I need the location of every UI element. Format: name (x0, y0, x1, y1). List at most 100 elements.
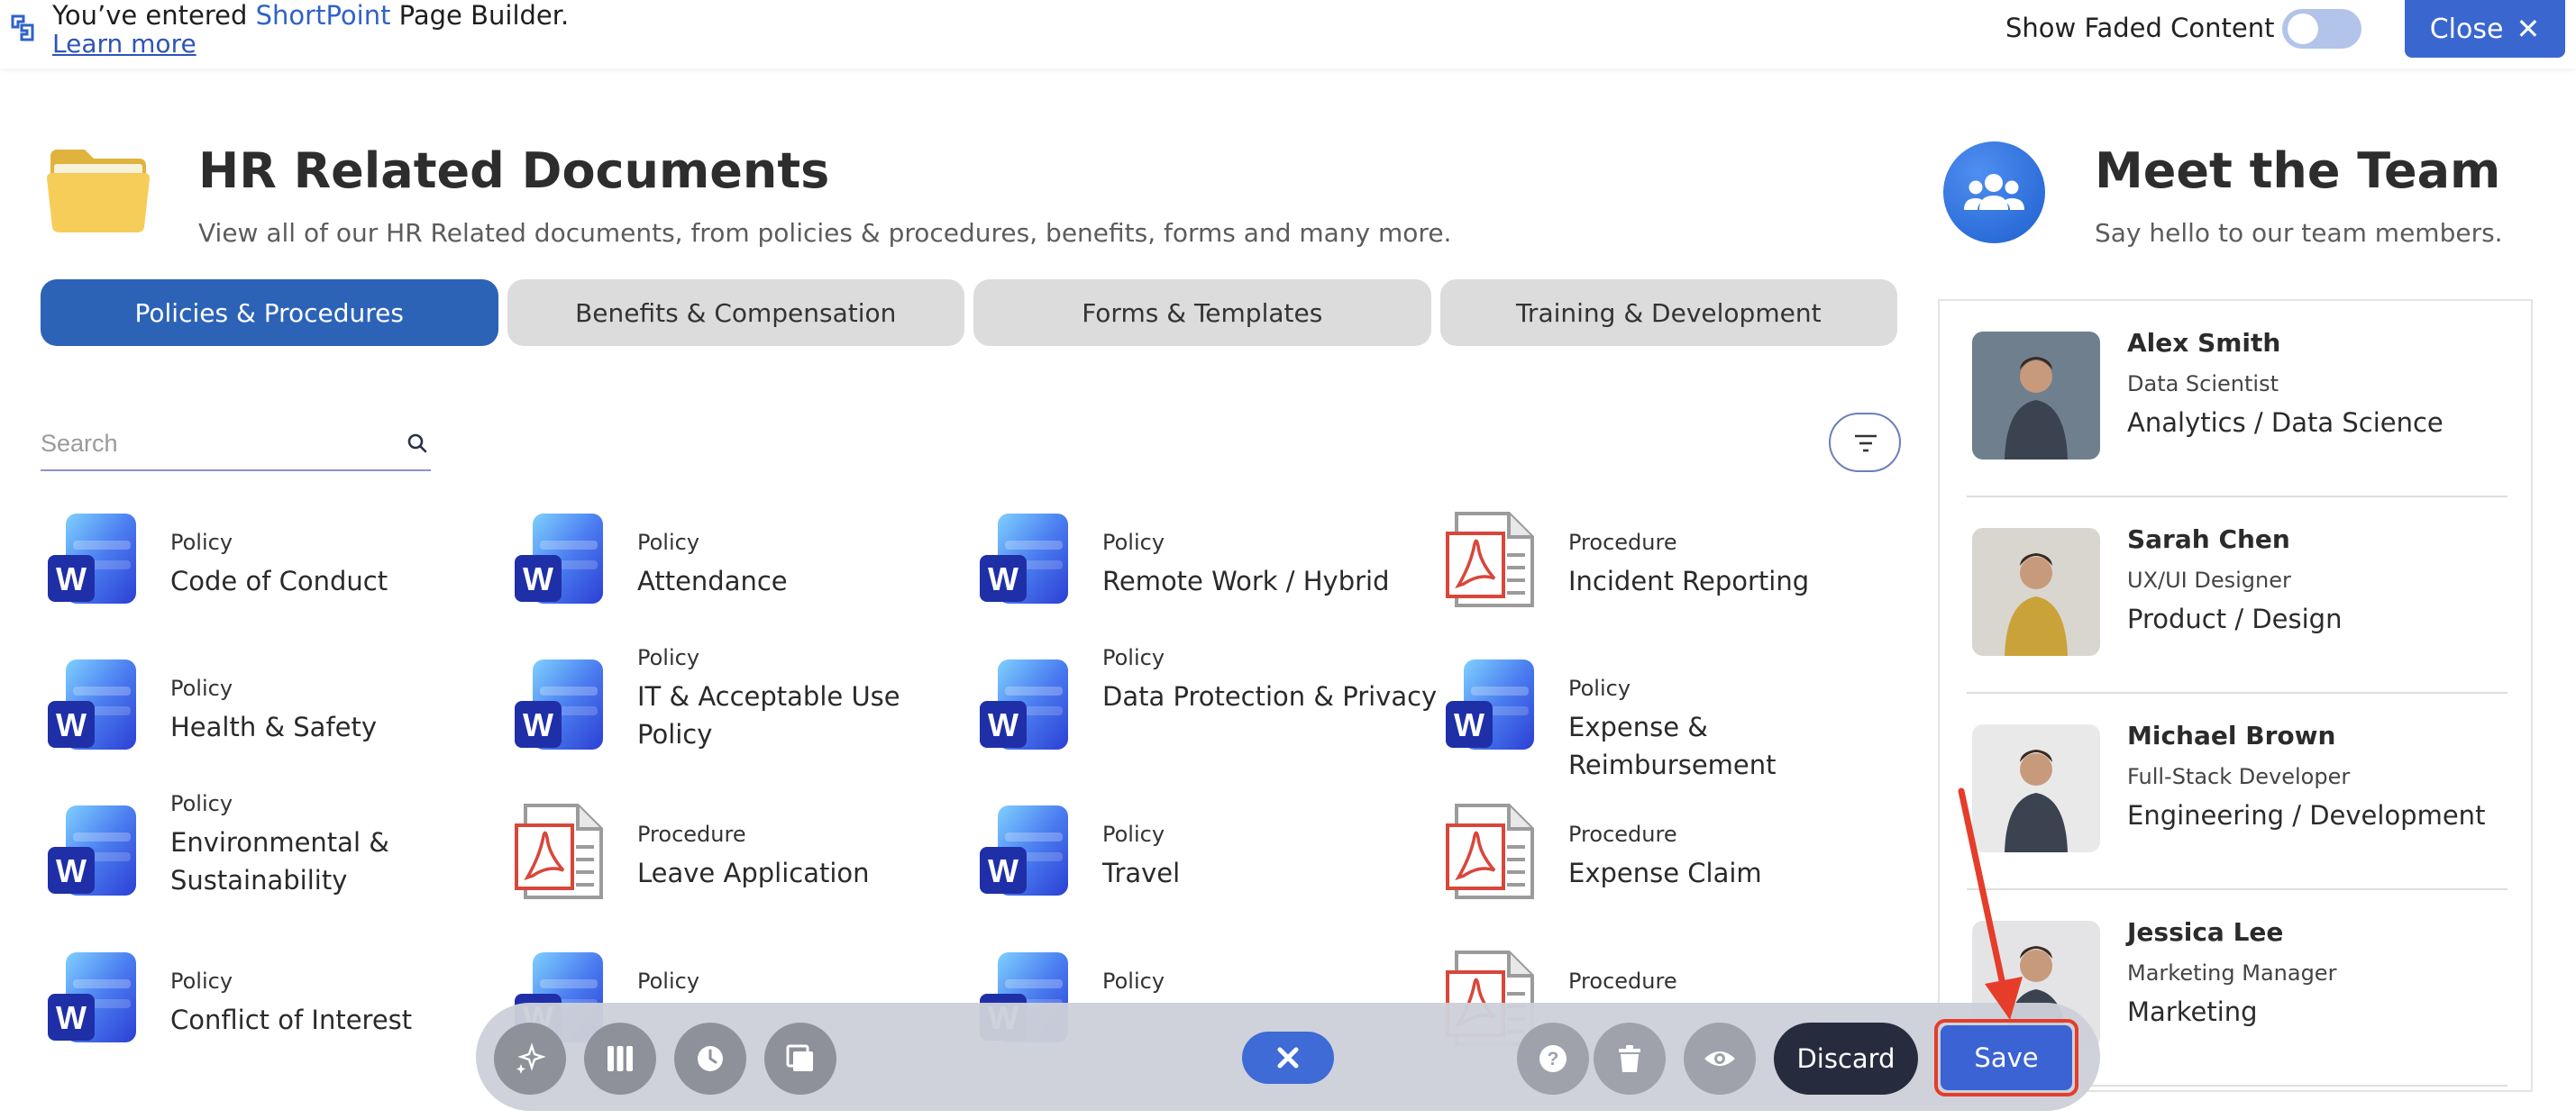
tab-forms-templates[interactable]: Forms & Templates (973, 279, 1431, 346)
member-role: Full-Stack Developer (2127, 764, 2351, 789)
document-item[interactable]: W Policy Health & Safety (41, 650, 500, 768)
svg-text:W: W (988, 560, 1019, 597)
document-name: Code of Conduct (170, 566, 388, 596)
avatar (1972, 332, 2100, 459)
sparkle-icon (516, 1042, 546, 1074)
document-name: Travel (1102, 858, 1181, 888)
team-section-subtitle: Say hello to our team members. (2095, 218, 2503, 248)
filter-button[interactable] (1829, 413, 1901, 472)
member-role: Data Scientist (2127, 371, 2279, 396)
member-name: Sarah Chen (2127, 524, 2290, 554)
filter-icon (1855, 434, 1877, 452)
document-type: Procedure (1568, 969, 1677, 994)
columns-icon (607, 1046, 633, 1071)
svg-text:W: W (988, 706, 1019, 743)
member-role: UX/UI Designer (2127, 568, 2291, 593)
document-name: Attendance (637, 566, 788, 596)
tab-training-development[interactable]: Training & Development (1439, 279, 1897, 346)
delete-button[interactable] (1594, 1023, 1666, 1095)
document-name: IT & Acceptable Use Policy (637, 681, 900, 750)
team-member-list: Alex Smith Data Scientist Analytics / Data… (1938, 299, 2533, 1092)
preview-button[interactable] (1684, 1023, 1756, 1095)
search-icon[interactable] (406, 432, 429, 455)
document-item[interactable]: W Policy Expense & Reimbursement (1439, 650, 1898, 780)
copy-icon (786, 1044, 813, 1071)
help-icon: ? (1539, 1045, 1567, 1072)
document-type: Policy (1102, 969, 1165, 994)
builder-toolbar: ? Discard Save (476, 1003, 2100, 1111)
document-search (41, 419, 431, 471)
word-icon: W (978, 656, 1072, 755)
document-item[interactable]: W Policy IT & Acceptable Use Policy (507, 645, 967, 768)
help-button[interactable]: ? (1517, 1023, 1589, 1095)
document-name: Health & Safety (170, 712, 378, 742)
document-item[interactable]: W Policy Attendance (507, 505, 967, 622)
member-department: Product / Design (2127, 604, 2343, 634)
search-input[interactable] (41, 419, 383, 468)
folder-icon (47, 150, 150, 232)
tab-policies-procedures[interactable]: Policies & Procedures (41, 279, 498, 346)
word-icon: W (46, 949, 140, 1048)
document-item[interactable]: W Policy Travel (973, 796, 1432, 914)
document-item[interactable]: W Policy Code of Conduct (41, 505, 500, 622)
word-icon: W (978, 802, 1072, 901)
svg-text:W: W (56, 560, 87, 597)
document-name: Data Protection & Privacy (1102, 681, 1438, 712)
svg-text:W: W (56, 999, 87, 1036)
pdf-icon (1444, 510, 1538, 609)
document-item[interactable]: Procedure Incident Reporting (1439, 505, 1898, 622)
member-department: Engineering / Development (2127, 800, 2486, 831)
hr-section-subtitle: View all of our HR Related documents, fr… (198, 218, 1452, 248)
shortpoint-logo-icon (11, 14, 34, 41)
banner-brand: ShortPoint (255, 0, 391, 31)
word-icon: W (1444, 656, 1538, 755)
document-item[interactable]: W Policy Environmental & Sustainability (41, 791, 500, 914)
document-name: Expense Claim (1568, 858, 1762, 888)
clock-icon (698, 1046, 723, 1071)
pdf-icon (1444, 802, 1538, 901)
document-item[interactable]: Procedure Expense Claim (1439, 796, 1898, 914)
page-builder-banner: You’ve entered ShortPoint Page Builder. … (0, 0, 2576, 68)
document-type: Policy (1568, 676, 1631, 701)
duplicate-button[interactable] (764, 1023, 836, 1095)
word-icon: W (978, 510, 1072, 609)
document-item[interactable]: W Policy Conflict of Interest (41, 943, 500, 1060)
exit-edit-button[interactable] (1242, 1032, 1334, 1084)
layout-columns-button[interactable] (584, 1023, 656, 1095)
team-member-card[interactable]: Alex Smith Data Scientist Analytics / Data… (1967, 301, 2507, 497)
document-type: Policy (170, 676, 233, 701)
document-name: Expense & Reimbursement (1568, 712, 1777, 780)
svg-text:W: W (56, 706, 87, 743)
document-name: Remote Work / Hybrid (1102, 566, 1390, 596)
close-builder-button[interactable]: Close ✕ (2405, 0, 2565, 58)
avatar (1972, 528, 2100, 656)
eye-icon (1704, 1051, 1735, 1066)
show-faded-content-toggle[interactable] (2282, 9, 2361, 49)
ai-sparkle-button[interactable] (494, 1023, 566, 1095)
document-type: Policy (1102, 530, 1165, 555)
team-section-title: Meet the Team (2095, 142, 2501, 199)
document-item[interactable]: W Policy Remote Work / Hybrid (973, 505, 1432, 622)
team-member-card[interactable]: Sarah Chen UX/UI Designer Product / Design (1967, 497, 2507, 694)
history-button[interactable] (674, 1023, 746, 1095)
document-item[interactable]: Procedure Leave Application (507, 796, 967, 914)
member-name: Jessica Lee (2127, 917, 2284, 947)
close-icon: ✕ (2516, 12, 2541, 46)
tab-benefits-compensation[interactable]: Benefits & Compensation (507, 279, 964, 346)
member-department: Analytics / Data Science (2127, 407, 2444, 438)
document-type: Policy (637, 645, 700, 670)
document-type: Policy (637, 530, 700, 555)
member-name: Michael Brown (2127, 721, 2336, 751)
document-type: Policy (1102, 645, 1165, 670)
learn-more-link[interactable]: Learn more (52, 29, 196, 59)
word-icon: W (513, 656, 607, 755)
hr-section-title: HR Related Documents (198, 142, 830, 199)
banner-message: You’ve entered ShortPoint Page Builder. (52, 0, 570, 31)
team-icon (1943, 141, 2045, 243)
team-member-card[interactable]: Michael Brown Full-Stack Developer Enginee… (1967, 694, 2507, 890)
document-name: Environmental & Sustainability (170, 827, 389, 896)
save-button[interactable]: Save (1941, 1025, 2072, 1090)
document-item[interactable]: W Policy Data Protection & Privacy (973, 645, 1437, 768)
discard-button[interactable]: Discard (1774, 1023, 1918, 1095)
svg-text:W: W (56, 852, 87, 889)
